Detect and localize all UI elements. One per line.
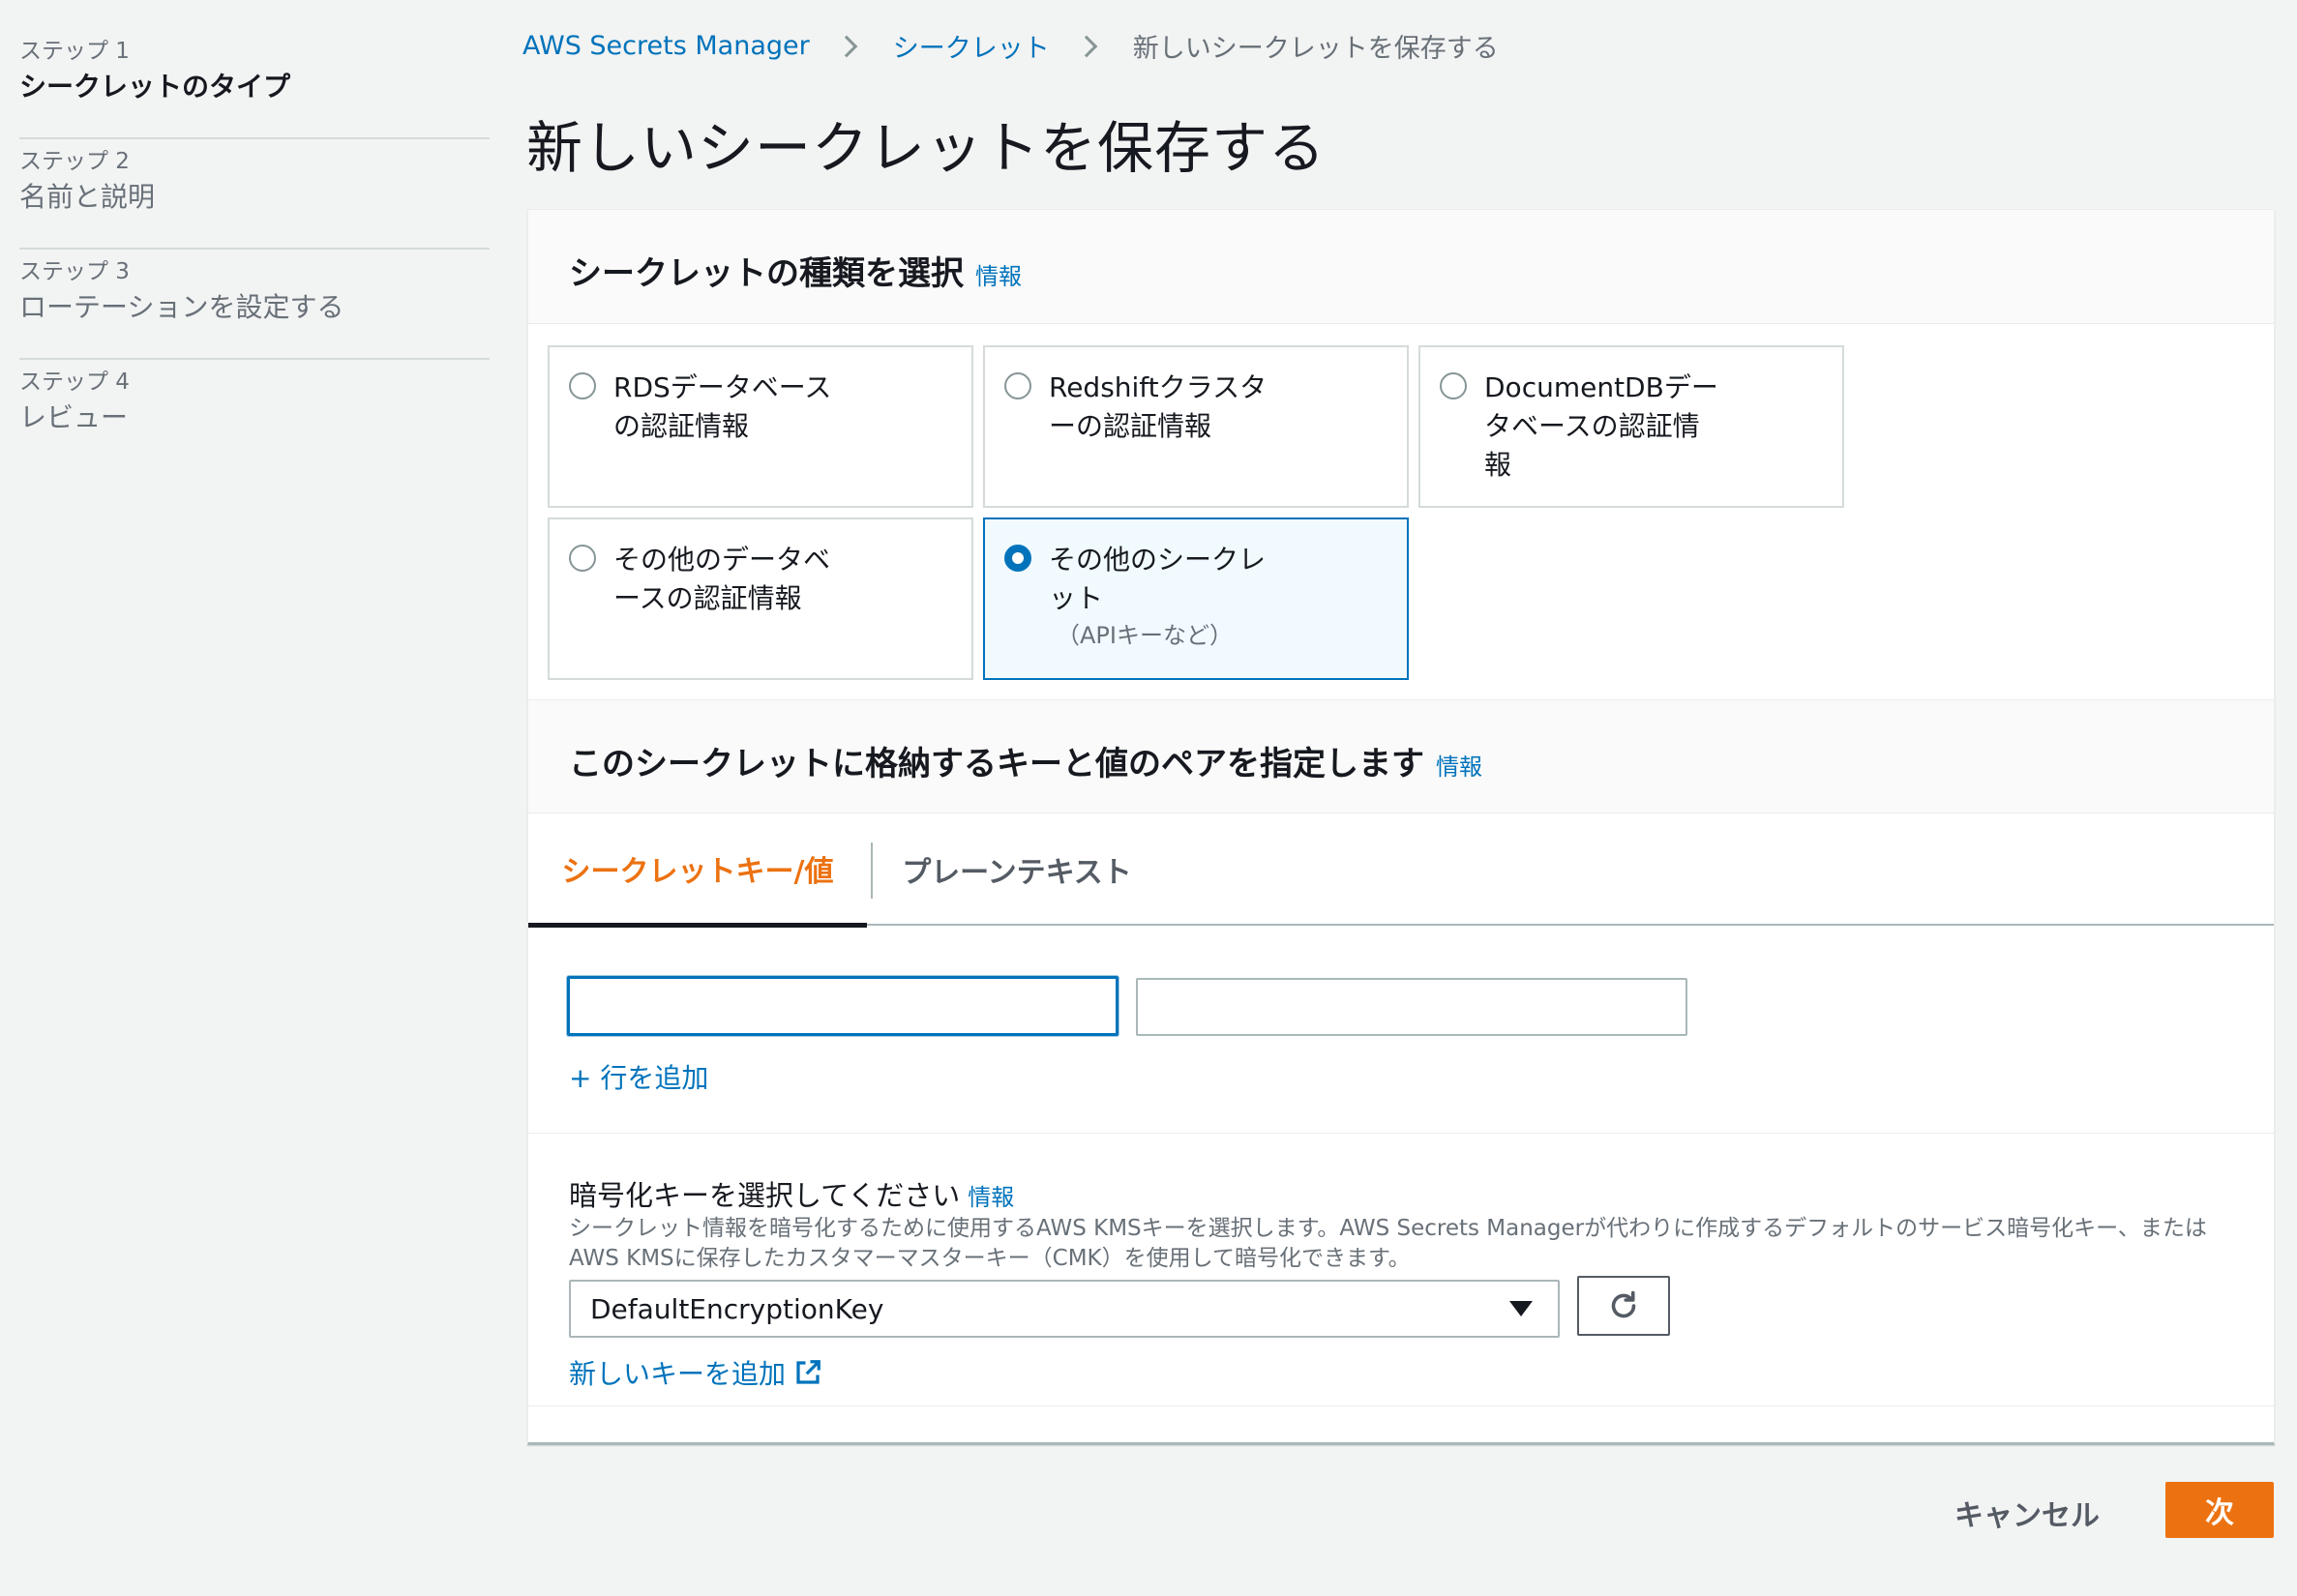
encryption-description: シークレット情報を暗号化するために使用するAWS KMSキーを選択します。AWS… [569,1216,2207,1271]
kv-section-heading: このシークレットに格納するキーと値のペアを指定します 情報 [569,737,1482,784]
kv-info-link[interactable]: 情報 [1436,754,1482,781]
encryption-label-text: 暗号化キーを選択してください [569,1179,961,1212]
breadcrumb-service-link[interactable]: AWS Secrets Manager [522,31,810,61]
type-option-line: RDSデータベース [613,371,832,403]
secret-type-heading-text: シークレットの種類を選択 [569,254,964,293]
type-option-line: その他のシークレ [1049,544,1267,576]
tab-divider [871,842,873,899]
step-number: ステップ 3 [19,259,130,284]
type-option-label: RDSデータベース の認証情報 [613,369,831,446]
section-divider [528,1133,2274,1134]
kv-heading-text: このシークレットに格納するキーと値のペアを指定します [569,745,1424,783]
page-title: 新しいシークレットを保存する [526,115,1327,181]
step-2[interactable]: ステップ 2 名前と説明 [19,139,490,250]
radio-button[interactable] [1440,372,1467,399]
refresh-icon [1611,1290,1636,1318]
tab-plaintext[interactable]: プレーンテキスト [896,813,1138,926]
type-option-sublabel: （APIキーなど） [1057,622,1233,649]
encryption-key-label: 暗号化キーを選択してください 情報 [569,1173,1014,1214]
cancel-button[interactable]: キャンセル [1945,1486,2109,1540]
breadcrumb: AWS Secrets Manager シークレット 新しいシークレットを保存す… [522,27,1499,65]
step-title: ローテーションを設定する [19,291,344,323]
caret-down-icon [1509,1301,1533,1316]
secret-type-info-link[interactable]: 情報 [975,263,1022,290]
step-number: ステップ 2 [19,149,130,174]
type-option-line: DocumentDBデー [1484,371,1718,403]
step-title: レビュー [19,401,129,433]
encryption-info-link[interactable]: 情報 [968,1184,1014,1211]
type-option-line: 報 [1484,449,1512,481]
encryption-key-select[interactable]: DefaultEncryptionKey [569,1280,1560,1338]
type-option-line: タベースの認証情 [1484,410,1700,442]
chevron-right-icon [835,35,858,57]
type-option-line: ーの認証情報 [1049,410,1212,442]
type-option-rds[interactable]: RDSデータベース の認証情報 [548,345,973,508]
type-option-other-secret[interactable]: その他のシークレ ット （APIキーなど） [983,517,1409,680]
add-row-link[interactable]: + 行を追加 [569,1057,708,1096]
refresh-button[interactable] [1577,1276,1670,1336]
step-number: ステップ 1 [19,39,130,64]
secret-format-tabs: シークレットキー/値 プレーンテキスト [528,813,2274,928]
secret-key-input[interactable] [567,976,1119,1036]
step-title: 名前と説明 [19,181,156,213]
secret-type-heading: シークレットの種類を選択 情報 [569,247,1022,294]
type-option-label: DocumentDBデー タベースの認証情 報 [1484,369,1718,485]
section-divider [528,1405,2274,1406]
radio-button-selected[interactable] [1004,545,1031,572]
type-option-line: Redshiftクラスタ [1049,371,1268,403]
secret-form-panel: シークレットの種類を選択 情報 RDSデータベース の認証情報 Redshiftク… [527,209,2275,1445]
step-number: ステップ 4 [19,369,130,395]
type-option-label: その他のシークレ ット [1049,541,1266,618]
step-4[interactable]: ステップ 4 レビュー [19,360,490,470]
breadcrumb-current: 新しいシークレットを保存する [1132,34,1499,64]
radio-button[interactable] [569,372,596,399]
next-button[interactable]: 次 [2165,1482,2274,1538]
step-1[interactable]: ステップ 1 シークレットのタイプ [19,29,490,139]
wizard-steps: ステップ 1 シークレットのタイプ ステップ 2 名前と説明 ステップ 3 ロー… [19,29,490,470]
type-option-documentdb[interactable]: DocumentDBデー タベースの認証情 報 [1418,345,1844,508]
type-option-label: その他のデータベ ースの認証情報 [613,541,830,618]
type-option-line: の認証情報 [613,410,750,442]
radio-button[interactable] [569,545,596,572]
encryption-key-selected: DefaultEncryptionKey [590,1292,884,1325]
breadcrumb-secrets-link[interactable]: シークレット [893,27,1050,65]
type-option-other-database[interactable]: その他のデータベ ースの認証情報 [548,517,973,680]
radio-button[interactable] [1004,372,1031,399]
add-new-key-text: 新しいキーを追加 [569,1358,787,1390]
type-option-line: その他のデータベ [613,544,831,576]
external-link-icon [796,1360,820,1384]
secret-value-input[interactable] [1136,978,1687,1036]
add-new-key-link[interactable]: 新しいキーを追加 [569,1353,822,1392]
tab-key-value[interactable]: シークレットキー/値 [528,813,867,928]
type-option-label: Redshiftクラスタ ーの認証情報 [1049,369,1267,446]
type-option-line: ット [1049,582,1104,614]
secret-type-header: シークレットの種類を選択 情報 [528,210,2274,324]
chevron-right-icon [1075,35,1098,57]
type-option-redshift[interactable]: Redshiftクラスタ ーの認証情報 [983,345,1409,508]
type-option-line: ースの認証情報 [613,582,802,614]
step-title: シークレットのタイプ [19,71,291,103]
kv-section-header: このシークレットに格納するキーと値のペアを指定します 情報 [528,699,2274,813]
step-3[interactable]: ステップ 3 ローテーションを設定する [19,250,490,360]
